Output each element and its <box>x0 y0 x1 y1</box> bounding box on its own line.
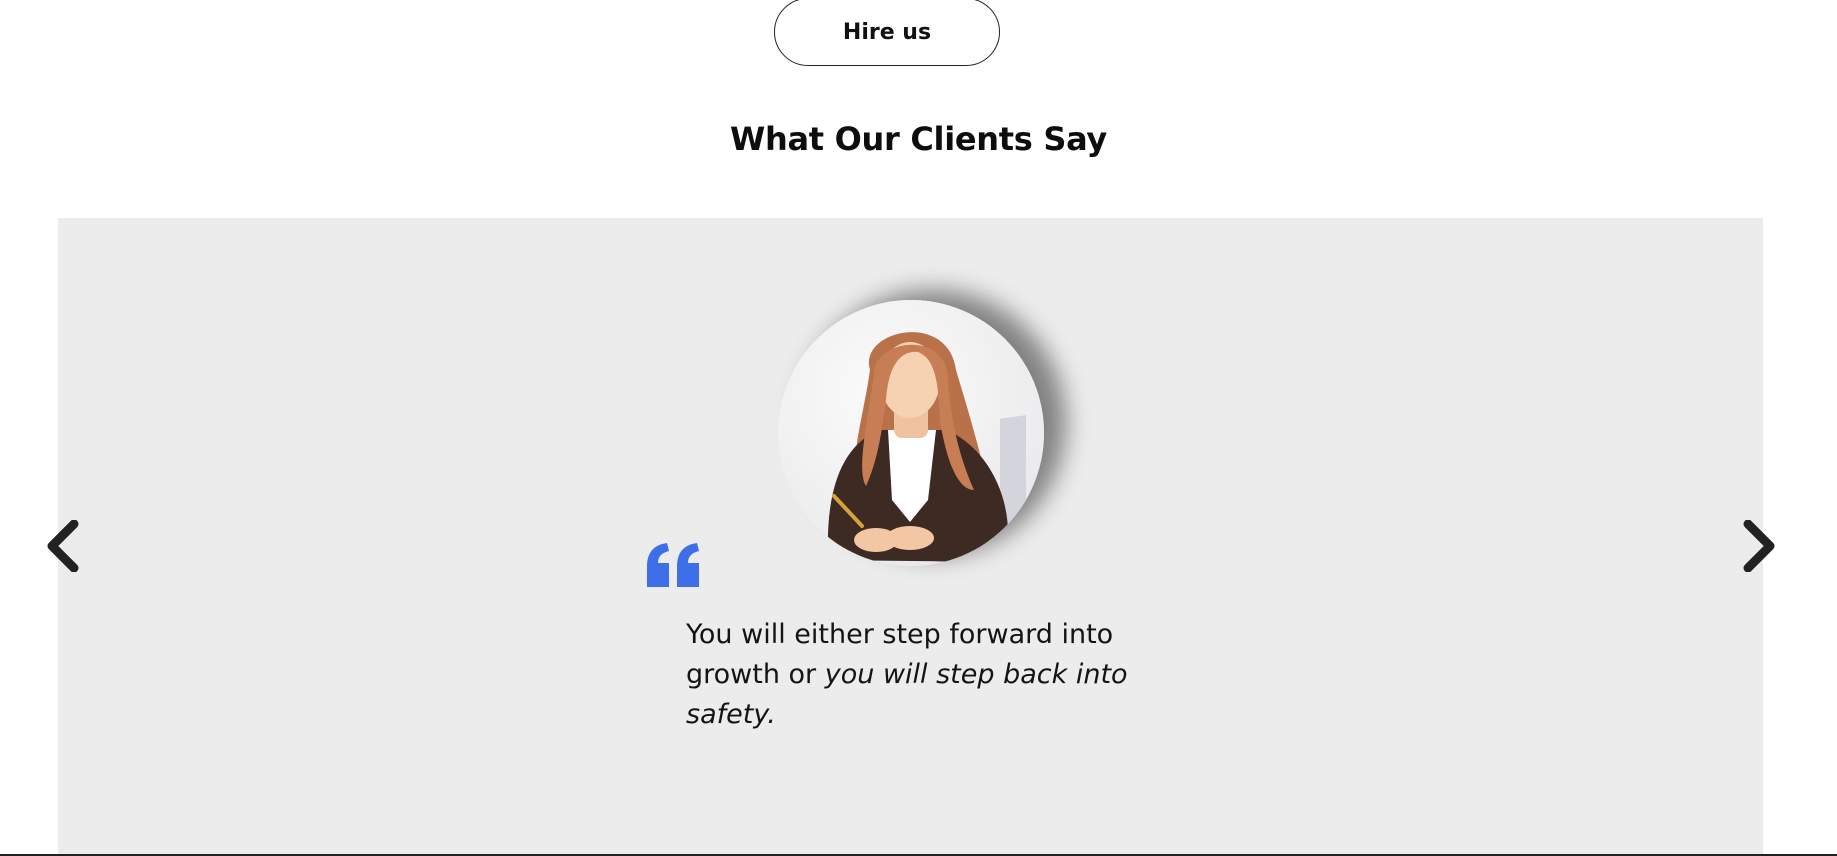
hire-us-button[interactable]: Hire us <box>774 0 1000 66</box>
chevron-left-icon <box>47 520 79 572</box>
client-avatar <box>778 300 1044 566</box>
carousel-next-button[interactable] <box>1738 518 1782 574</box>
quote-icon <box>647 543 699 587</box>
section-title: What Our Clients Say <box>730 120 1107 158</box>
page: Hire us What Our Clients Say You will ei… <box>0 0 1837 856</box>
client-illustration <box>827 332 1039 563</box>
testimonial-quote: You will either step forward into growth… <box>686 615 1156 735</box>
carousel-prev-button[interactable] <box>40 518 84 574</box>
hire-us-label: Hire us <box>842 19 932 45</box>
chevron-right-icon <box>1743 520 1775 572</box>
